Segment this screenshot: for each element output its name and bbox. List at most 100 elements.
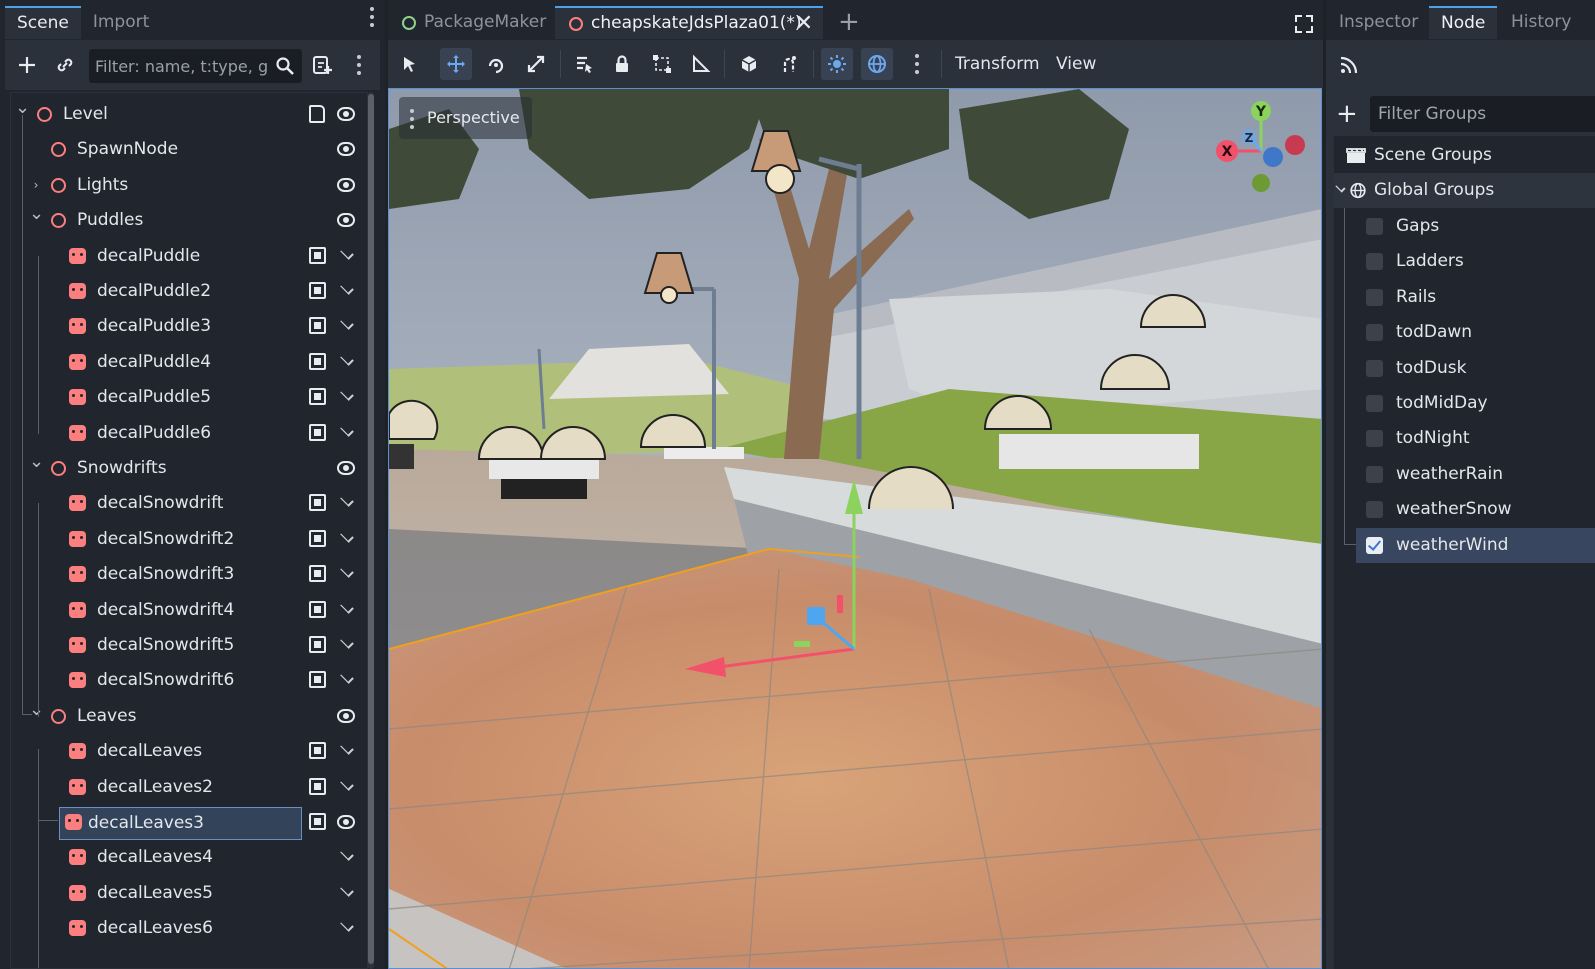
tree-item-decalpuddle6[interactable]: decalPuddle6: [11, 416, 367, 451]
tree-item-puddles[interactable]: ⌄ Puddles: [11, 203, 367, 238]
box-icon[interactable]: [309, 494, 327, 512]
eye-icon[interactable]: [337, 176, 357, 194]
group-item-ladders[interactable]: Ladders: [1334, 244, 1595, 279]
tab-history[interactable]: History: [1499, 6, 1583, 39]
scene-filter-input[interactable]: [95, 49, 270, 83]
tree-item-spawnnode[interactable]: SpawnNode: [11, 132, 367, 167]
view-menu[interactable]: View: [1056, 40, 1096, 88]
group-checkbox[interactable]: [1366, 359, 1383, 377]
chevron-down-icon[interactable]: [337, 776, 357, 796]
box-icon[interactable]: [309, 282, 327, 300]
mesh-icon[interactable]: [733, 48, 765, 80]
chevron-down-icon[interactable]: [337, 281, 357, 300]
eye-icon[interactable]: [337, 459, 357, 477]
signals-icon[interactable]: [1340, 56, 1358, 74]
tree-item-decalsnowdrift[interactable]: decalSnowdrift: [11, 486, 367, 521]
group-filter-field[interactable]: [1370, 96, 1595, 132]
box-icon[interactable]: [309, 742, 327, 760]
attach-script-icon[interactable]: [308, 51, 336, 79]
chevron-down-icon[interactable]: [337, 387, 357, 406]
group-item-weatherwind[interactable]: weatherWind: [1334, 527, 1595, 563]
tree-item-decalleaves2[interactable]: decalLeaves2: [11, 770, 367, 805]
tab-import[interactable]: Import: [81, 6, 161, 39]
eye-icon[interactable]: [337, 211, 357, 229]
tree-item-decalleaves6[interactable]: decalLeaves6: [11, 911, 367, 946]
tree-item-decalpuddle3[interactable]: decalPuddle3: [11, 309, 367, 344]
group-icon[interactable]: [646, 48, 678, 80]
chevron-down-icon[interactable]: [337, 564, 357, 583]
eye-icon[interactable]: [337, 140, 357, 158]
chevron-down-icon[interactable]: [337, 635, 357, 654]
box-icon[interactable]: [309, 246, 327, 265]
tree-item-decalleaves3[interactable]: decalLeaves3: [11, 805, 367, 840]
group-item-todmidday[interactable]: todMidDay: [1334, 386, 1595, 421]
tab-packagemaker[interactable]: PackageMaker: [388, 6, 553, 39]
rotate-mode-icon[interactable]: [480, 48, 512, 80]
chevron-down-icon[interactable]: [337, 918, 357, 937]
viewport-options-menu-icon[interactable]: [901, 48, 933, 80]
script-icon[interactable]: [309, 105, 327, 123]
chevron-down-icon[interactable]: [337, 883, 357, 902]
tree-item-decalpuddle2[interactable]: decalPuddle2: [11, 274, 367, 309]
tab-node[interactable]: Node: [1429, 6, 1498, 39]
chevron-down-icon[interactable]: [337, 670, 357, 689]
sun-preview-icon[interactable]: [821, 48, 853, 80]
chevron-down-icon[interactable]: [337, 352, 357, 371]
chevron-down-icon[interactable]: [337, 599, 357, 619]
scene-toolbar-menu-icon[interactable]: [345, 51, 373, 79]
group-checkbox[interactable]: [1366, 430, 1383, 448]
group-item-weatherrain[interactable]: weatherRain: [1334, 457, 1595, 492]
environment-preview-icon[interactable]: [861, 48, 893, 80]
group-checkbox[interactable]: [1366, 501, 1383, 519]
eye-icon[interactable]: [337, 105, 357, 123]
snap-icon[interactable]: [773, 48, 805, 80]
tree-item-lights[interactable]: › Lights: [11, 168, 367, 203]
tree-item-decalleaves4[interactable]: decalLeaves4: [11, 840, 367, 875]
chevron-down-icon[interactable]: [337, 493, 357, 512]
list-select-icon[interactable]: [568, 48, 600, 80]
expand-arrow-icon[interactable]: ›: [29, 178, 43, 192]
group-checkbox[interactable]: [1366, 253, 1383, 271]
scene-filter-field[interactable]: [89, 49, 302, 83]
lock-icon[interactable]: [606, 48, 638, 80]
group-item-weathersnow[interactable]: weatherSnow: [1334, 492, 1595, 527]
tree-item-decalsnowdrift6[interactable]: decalSnowdrift6: [11, 663, 367, 698]
global-groups-section[interactable]: Global Groups: [1334, 173, 1595, 208]
box-icon[interactable]: [309, 423, 327, 442]
add-tab-icon[interactable]: +: [838, 6, 860, 39]
scene-groups-section[interactable]: Scene Groups: [1334, 138, 1595, 173]
group-checkbox[interactable]: [1366, 218, 1383, 235]
move-mode-icon[interactable]: [440, 48, 472, 80]
group-item-todnight[interactable]: todNight: [1334, 421, 1595, 456]
tree-item-snowdrifts[interactable]: ⌄ Snowdrifts: [11, 451, 367, 486]
tree-item-decalpuddle5[interactable]: decalPuddle5: [11, 380, 367, 415]
transform-menu[interactable]: Transform: [955, 40, 1040, 88]
add-group-icon[interactable]: +: [1336, 96, 1358, 132]
box-icon[interactable]: [309, 813, 327, 831]
ruler-icon[interactable]: [685, 48, 717, 80]
tree-item-decalpuddle[interactable]: decalPuddle: [11, 239, 367, 274]
box-icon[interactable]: [309, 777, 327, 796]
box-icon[interactable]: [309, 388, 327, 406]
box-icon[interactable]: [309, 565, 327, 583]
eye-icon[interactable]: [337, 707, 357, 725]
group-checkbox[interactable]: [1366, 465, 1383, 483]
box-icon[interactable]: [309, 317, 327, 335]
perspective-menu[interactable]: Perspective: [399, 97, 532, 139]
box-icon[interactable]: [309, 671, 327, 689]
group-item-toddawn[interactable]: todDawn: [1334, 315, 1595, 350]
group-checkbox[interactable]: [1366, 288, 1383, 306]
group-checkbox[interactable]: [1366, 324, 1383, 342]
eye-icon[interactable]: [337, 813, 357, 831]
box-icon[interactable]: [309, 600, 327, 619]
group-checkbox[interactable]: [1366, 536, 1383, 554]
chevron-down-icon[interactable]: [337, 316, 357, 335]
chevron-down-icon[interactable]: [337, 422, 357, 442]
instance-scene-link-icon[interactable]: [51, 51, 79, 79]
box-icon[interactable]: [309, 636, 327, 654]
tree-item-decalsnowdrift3[interactable]: decalSnowdrift3: [11, 557, 367, 592]
scene-tree-scrollbar[interactable]: [368, 92, 374, 969]
chevron-down-icon[interactable]: [337, 245, 357, 265]
scene-dock-menu-icon[interactable]: [369, 6, 375, 28]
scale-mode-icon[interactable]: [520, 48, 552, 80]
